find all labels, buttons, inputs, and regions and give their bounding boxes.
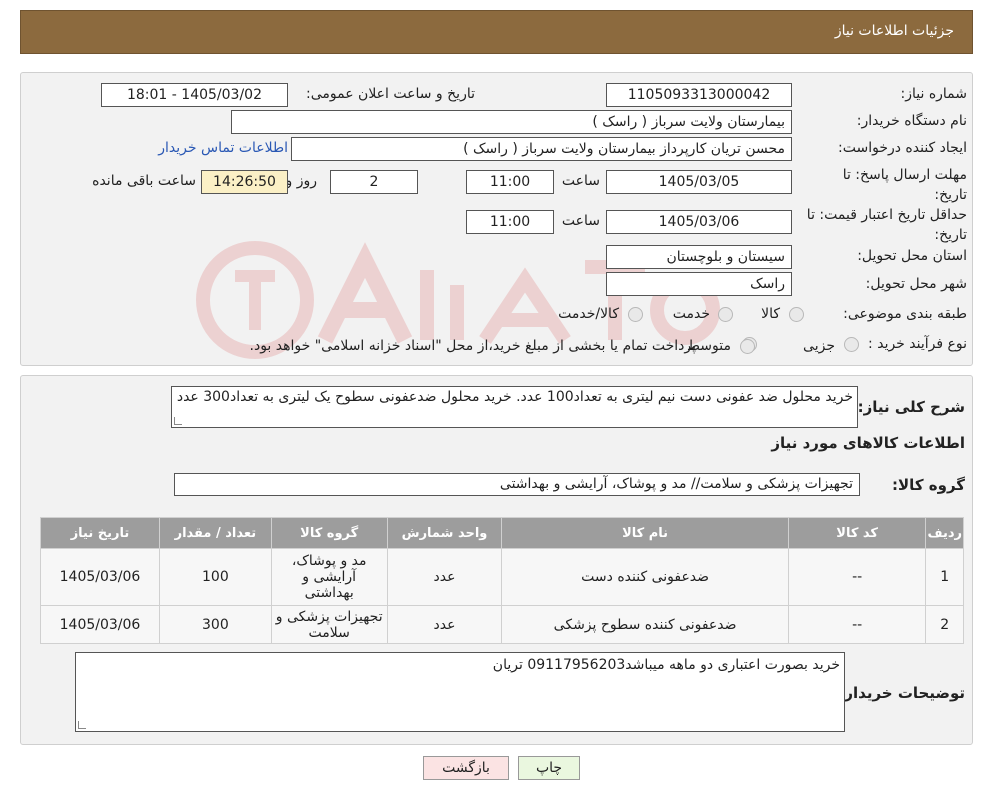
treasury-note (736, 338, 755, 354)
cell-code: -- (787, 605, 927, 644)
page-header: جزئیات اطلاعات نیاز (20, 10, 973, 54)
page-title: جزئیات اطلاعات نیاز (834, 23, 954, 39)
group-label: گروه کالا: (892, 476, 965, 494)
buyer-org-field: بیمارستان ولایت سرباز ( راسک ) (231, 110, 792, 134)
group-field: تجهیزات پزشکی و سلامت// مد و پوشاک، آرای… (174, 473, 860, 496)
summary-text: خرید محلول ضد عفونی دست نیم لیتری به تعد… (176, 389, 853, 405)
remaining-time-label: ساعت باقی مانده (92, 173, 196, 189)
price-time-label: ساعت (561, 213, 600, 229)
items-table: ردیف کد کالا نام کالا واحد شمارش گروه کا… (40, 517, 964, 644)
cell-row-num: 1 (925, 548, 964, 606)
requester-field: محسن تریان کارپرداز بیمارستان ولایت سربا… (291, 137, 792, 161)
category-radio-goods[interactable] (789, 307, 804, 322)
col-header-date: تاریخ نیاز (40, 517, 160, 549)
delivery-city-field: راسک (606, 272, 792, 296)
price-validity-label: حداقل تاریخ اعتبار قیمت: تا تاریخ: (806, 207, 967, 243)
treasury-note-radio[interactable] (740, 338, 755, 354)
cell-code: -- (787, 548, 927, 606)
purchase-type-label: نوع فرآیند خرید : (868, 336, 967, 352)
announce-datetime-field: 1405/03/02 - 18:01 (101, 83, 288, 107)
col-header-code: کد کالا (787, 517, 927, 549)
need-number-field: 1105093313000042 (606, 83, 792, 107)
col-header-qty: تعداد / مقدار (158, 517, 272, 549)
delivery-province-field: سیستان و بلوچستان (606, 245, 792, 269)
category-label: طبقه بندی موضوعی: (843, 306, 967, 322)
table-row: 1 -- ضدعفونی کننده دست عدد مد و پوشاک، آ… (40, 548, 964, 606)
resize-grip-icon[interactable] (78, 721, 86, 729)
reply-days-label: روز و (285, 173, 318, 189)
print-button[interactable]: چاپ (518, 756, 580, 780)
cell-date: 1405/03/06 (40, 605, 160, 644)
col-header-name: نام کالا (501, 517, 789, 549)
category-radio-goods-service[interactable] (628, 307, 643, 322)
cell-group: تجهیزات پزشکی و سلامت (270, 605, 388, 644)
col-header-row-num: ردیف (925, 517, 964, 549)
reply-deadline-label: مهلت ارسال پاسخ: تا تاریخ: (842, 167, 967, 203)
reply-deadline-date: 1405/03/05 (606, 170, 792, 194)
summary-label: شرح کلی نیاز: (857, 398, 965, 416)
reply-days-field: 2 (330, 170, 418, 194)
reply-time-label: ساعت (561, 173, 600, 189)
items-title: اطلاعات کالاهای مورد نیاز (771, 434, 965, 452)
requester-label: ایجاد کننده درخواست: (838, 140, 967, 156)
purchase-option-partial: جزیی (803, 338, 835, 354)
remaining-time-field: 14:26:50 (201, 170, 288, 194)
buyer-org-label: نام دستگاه خریدار: (856, 113, 967, 129)
resize-grip-icon[interactable] (174, 417, 182, 425)
delivery-province-label: استان محل تحویل: (857, 248, 967, 264)
reply-deadline-time: 11:00 (466, 170, 554, 194)
buyer-notes-text: خرید بصورت اعتباری دو ماهه میباشد0911795… (492, 657, 840, 673)
cell-date: 1405/03/06 (40, 548, 160, 606)
cell-qty: 300 (158, 605, 272, 644)
purchase-radio-partial[interactable] (844, 337, 859, 352)
price-validity-date: 1405/03/06 (606, 210, 792, 234)
category-radio-service[interactable] (718, 307, 733, 322)
cell-unit: عدد (386, 605, 503, 644)
cell-group: مد و پوشاک، آرایشی و بهداشتی (270, 548, 388, 606)
category-option-goods-service: کالا/خدمت (558, 306, 619, 322)
summary-textarea[interactable]: خرید محلول ضد عفونی دست نیم لیتری به تعد… (171, 386, 858, 428)
price-validity-time: 11:00 (466, 210, 554, 234)
table-row: 2 -- ضدعفونی کننده سطوح پزشکی عدد تجهیزا… (40, 605, 964, 644)
buyer-notes-textarea[interactable]: خرید بصورت اعتباری دو ماهه میباشد0911795… (75, 652, 845, 732)
announce-datetime-label: تاریخ و ساعت اعلان عمومی: (306, 86, 475, 102)
need-number-label: شماره نیاز: (900, 86, 968, 102)
category-option-goods: کالا (761, 306, 780, 322)
col-header-group: گروه کالا (270, 517, 388, 549)
cell-name: ضدعفونی کننده سطوح پزشکی (501, 605, 789, 644)
cell-name: ضدعفونی کننده دست (501, 548, 789, 606)
cell-qty: 100 (158, 548, 272, 606)
treasury-note-text: پرداخت تمام یا بخشی از مبلغ خرید،از محل … (249, 338, 696, 354)
delivery-city-label: شهر محل تحویل: (865, 276, 967, 292)
back-button[interactable]: بازگشت (423, 756, 509, 780)
buyer-notes-label: توضیحات خریدار: (838, 684, 965, 702)
col-header-unit: واحد شمارش (386, 517, 503, 549)
table-header-row: ردیف کد کالا نام کالا واحد شمارش گروه کا… (40, 517, 964, 549)
cell-unit: عدد (386, 548, 503, 606)
buyer-contact-link[interactable]: اطلاعات تماس خریدار (158, 140, 288, 156)
cell-row-num: 2 (925, 605, 964, 644)
category-option-service: خدمت (672, 306, 710, 322)
